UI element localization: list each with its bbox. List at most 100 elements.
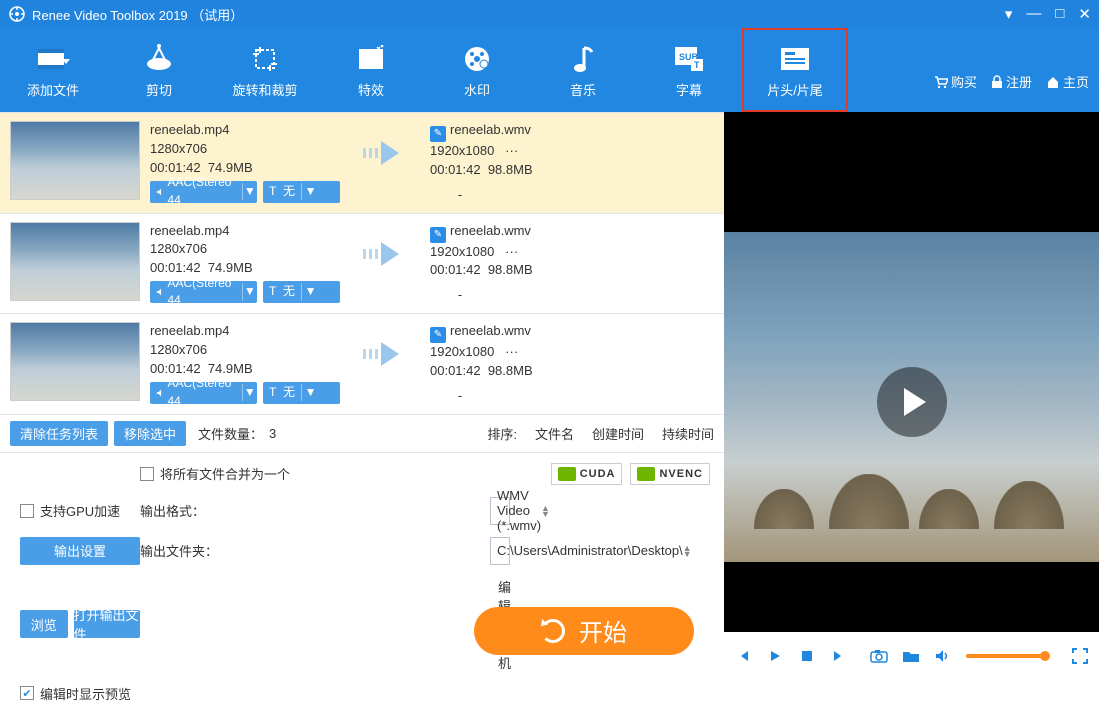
- next-icon[interactable]: [830, 647, 848, 665]
- output-name: reneelab.wmv: [450, 323, 531, 338]
- file-resolution: 1280x706: [150, 341, 340, 360]
- audio-pill[interactable]: AAC(Stereo 44▼: [150, 382, 257, 404]
- fullscreen-icon[interactable]: [1071, 647, 1089, 665]
- file-row[interactable]: reneelab.mp4 1280x706 00:01:42 74.9MB AA…: [0, 313, 724, 414]
- open-output-button[interactable]: 打开输出文件: [74, 610, 141, 638]
- file-name: reneelab.mp4: [150, 222, 340, 241]
- chevron-down-icon: ▼: [301, 283, 319, 300]
- video-preview[interactable]: [724, 112, 1099, 632]
- audio-pill[interactable]: AAC(Stereo 44▼: [150, 281, 257, 303]
- toolbar-rotate-crop[interactable]: 旋转和裁剪: [212, 28, 318, 112]
- edit-icon[interactable]: ✎: [430, 227, 446, 243]
- output-settings-button[interactable]: 输出设置: [20, 537, 140, 565]
- folder-icon[interactable]: [902, 647, 920, 665]
- toolbar-intro-outro[interactable]: 片头/片尾: [742, 28, 848, 112]
- preview-checkbox[interactable]: ✔编辑时显示预览: [20, 684, 140, 703]
- svg-text:T: T: [694, 60, 700, 70]
- effects-icon: [354, 42, 388, 76]
- chevron-down-icon: ▼: [301, 384, 319, 401]
- toolbar-cut[interactable]: 剪切: [106, 28, 212, 112]
- app-title: Renee Video Toolbox 2019 （试用）: [32, 5, 243, 24]
- sort-by-name[interactable]: 文件名: [535, 424, 574, 443]
- chevron-down-icon: ▼: [242, 183, 257, 200]
- volume-slider[interactable]: [966, 654, 1046, 658]
- close-icon[interactable]: ✕: [1078, 5, 1091, 23]
- refresh-icon: [541, 619, 565, 643]
- cut-icon: [142, 42, 176, 76]
- edit-icon[interactable]: ✎: [430, 126, 446, 142]
- watermark-icon: [460, 42, 494, 76]
- file-name: reneelab.mp4: [150, 322, 340, 341]
- output-name: reneelab.wmv: [450, 223, 531, 238]
- home-icon: [1046, 75, 1060, 89]
- music-icon: [566, 42, 600, 76]
- chevron-down-icon: ▼: [242, 283, 257, 300]
- clear-list-button[interactable]: 清除任务列表: [10, 421, 108, 446]
- thumbnail: [10, 121, 140, 200]
- thumbnail: [10, 222, 140, 301]
- start-button[interactable]: 开始: [474, 607, 694, 655]
- format-label: 输出格式：: [140, 501, 490, 520]
- format-select[interactable]: WMV Video (*.wmv) ▲▼: [490, 497, 510, 525]
- home-link[interactable]: 主页: [1046, 72, 1089, 91]
- player-controls: [724, 632, 1099, 680]
- subtitle-pill[interactable]: T 无▼: [263, 281, 340, 303]
- file-resolution: 1280x706: [150, 140, 340, 159]
- remove-selected-button[interactable]: 移除选中: [114, 421, 186, 446]
- toolbar-subtitle[interactable]: SUBT 字幕: [636, 28, 742, 112]
- list-controls: 清除任务列表 移除选中 文件数量： 3 排序: 文件名 创建时间 持续时间: [0, 414, 724, 452]
- output-resolution: 1920x1080 ···: [430, 142, 670, 161]
- output-duration-size: 00:01:42 98.8MB: [430, 362, 670, 381]
- crop-icon: [248, 42, 282, 76]
- toolbar-effects[interactable]: 特效: [318, 28, 424, 112]
- chevron-updown-icon: ▲▼: [541, 505, 550, 517]
- buy-link[interactable]: 购买: [934, 72, 977, 91]
- stop-icon[interactable]: [798, 647, 816, 665]
- subtitle-pill[interactable]: T 无▼: [263, 382, 340, 404]
- play-icon[interactable]: [766, 647, 784, 665]
- maximize-icon[interactable]: □: [1055, 5, 1064, 23]
- folder-label: 输出文件夹：: [140, 541, 490, 560]
- sort-by-duration[interactable]: 持续时间: [662, 424, 714, 443]
- menu-icon[interactable]: ▾: [1005, 5, 1013, 23]
- file-count-value: 3: [269, 426, 276, 441]
- sort-label: 排序:: [487, 424, 517, 443]
- file-row[interactable]: reneelab.mp4 1280x706 00:01:42 74.9MB AA…: [0, 213, 724, 314]
- edit-icon[interactable]: ✎: [430, 327, 446, 343]
- minimize-icon[interactable]: —: [1026, 5, 1041, 23]
- folder-input[interactable]: C:\Users\Administrator\Desktop\ ▲▼: [490, 537, 510, 565]
- browse-button[interactable]: 浏览: [20, 610, 68, 638]
- toolbar-music[interactable]: 音乐: [530, 28, 636, 112]
- filmstrip-icon: [36, 42, 70, 76]
- file-row[interactable]: reneelab.mp4 1280x706 00:01:42 74.9MB AA…: [0, 112, 724, 213]
- speaker-icon: [156, 287, 164, 297]
- main-toolbar: 添加文件 剪切 旋转和裁剪 特效 水印 音乐 SUBT 字幕 片头/片尾 购买 …: [0, 28, 1099, 112]
- merge-checkbox[interactable]: 将所有文件合并为一个: [140, 464, 490, 483]
- toolbar-watermark[interactable]: 水印: [424, 28, 530, 112]
- file-resolution: 1280x706: [150, 240, 340, 259]
- output-options: 将所有文件合并为一个 支持GPU加速 CUDA NVENC 输出格式： WMV …: [0, 452, 724, 703]
- file-name: reneelab.mp4: [150, 121, 340, 140]
- cuda-badge: CUDA: [551, 463, 623, 485]
- toolbar-add-file[interactable]: 添加文件: [0, 28, 106, 112]
- output-subtitle: -: [430, 186, 490, 205]
- output-resolution: 1920x1080 ···: [430, 243, 670, 262]
- file-count-label: 文件数量：: [198, 424, 263, 443]
- subtitle-icon: SUBT: [672, 42, 706, 76]
- register-link[interactable]: 注册: [991, 72, 1032, 91]
- sort-by-created[interactable]: 创建时间: [592, 424, 644, 443]
- arrow-icon: [340, 222, 430, 306]
- prev-icon[interactable]: [734, 647, 752, 665]
- output-duration-size: 00:01:42 98.8MB: [430, 161, 670, 180]
- intro-outro-icon: [778, 42, 812, 76]
- audio-pill[interactable]: AAC(Stereo 44▼: [150, 181, 257, 203]
- subtitle-pill[interactable]: T 无▼: [263, 181, 340, 203]
- camera-icon[interactable]: [870, 647, 888, 665]
- output-subtitle: -: [430, 286, 490, 305]
- check-icon: ✔: [20, 686, 34, 700]
- volume-icon[interactable]: [934, 647, 952, 665]
- play-overlay-icon[interactable]: [877, 367, 947, 437]
- titlebar: Renee Video Toolbox 2019 （试用） ▾ — □ ✕: [0, 0, 1099, 28]
- gpu-checkbox[interactable]: 支持GPU加速: [20, 501, 120, 520]
- app-logo-icon: [8, 5, 26, 23]
